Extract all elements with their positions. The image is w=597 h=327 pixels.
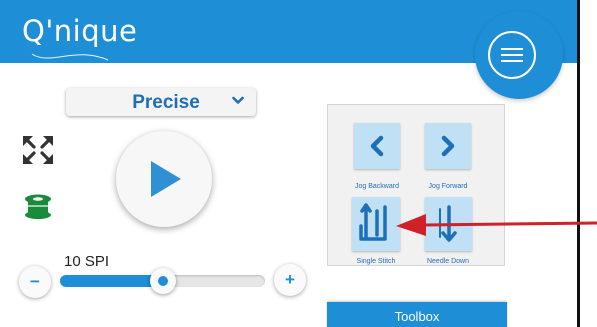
jog-forward-label: Jog Forward bbox=[428, 183, 468, 190]
jog-forward-button[interactable] bbox=[425, 123, 471, 169]
expand-arrows-icon[interactable] bbox=[22, 135, 54, 165]
play-button[interactable] bbox=[116, 131, 212, 227]
jog-backward-button[interactable] bbox=[354, 123, 400, 169]
jog-backward-label: Jog Backward bbox=[355, 183, 399, 190]
single-stitch-button[interactable] bbox=[352, 197, 400, 251]
needle-down-button[interactable] bbox=[425, 197, 472, 251]
stitches-per-inch-label: 10 SPI bbox=[64, 253, 110, 270]
spi-slider-fill bbox=[60, 275, 163, 287]
single-stitch-label: Single Stitch bbox=[356, 258, 396, 265]
logo-swash-icon bbox=[31, 53, 109, 61]
hamburger-menu-icon bbox=[501, 48, 523, 50]
hamburger-menu-button[interactable] bbox=[488, 31, 536, 79]
increase-spi-button[interactable]: + bbox=[274, 264, 306, 296]
single-stitch-icon bbox=[359, 203, 387, 241]
thread-spool-icon[interactable] bbox=[23, 190, 53, 220]
app-frame: Q'nique Precise 10 SPI − + Jog Backward … bbox=[0, 0, 580, 327]
spi-slider-track[interactable] bbox=[60, 268, 265, 294]
jog-panel: Jog Backward Jog Forward Single Stitch N… bbox=[327, 104, 505, 266]
spi-slider-thumb[interactable] bbox=[149, 268, 176, 294]
app-logo: Q'nique bbox=[22, 14, 138, 48]
stitch-mode-dropdown[interactable]: Precise bbox=[66, 88, 256, 116]
chevron-left-icon bbox=[370, 135, 384, 157]
toolbox-button[interactable]: Toolbox bbox=[327, 302, 507, 327]
chevron-down-icon bbox=[232, 96, 244, 104]
chevron-right-icon bbox=[441, 135, 455, 157]
needle-down-label: Needle Down bbox=[426, 258, 470, 265]
needle-down-icon bbox=[439, 205, 457, 242]
decrease-spi-button[interactable]: − bbox=[19, 266, 51, 298]
play-icon bbox=[151, 161, 181, 197]
